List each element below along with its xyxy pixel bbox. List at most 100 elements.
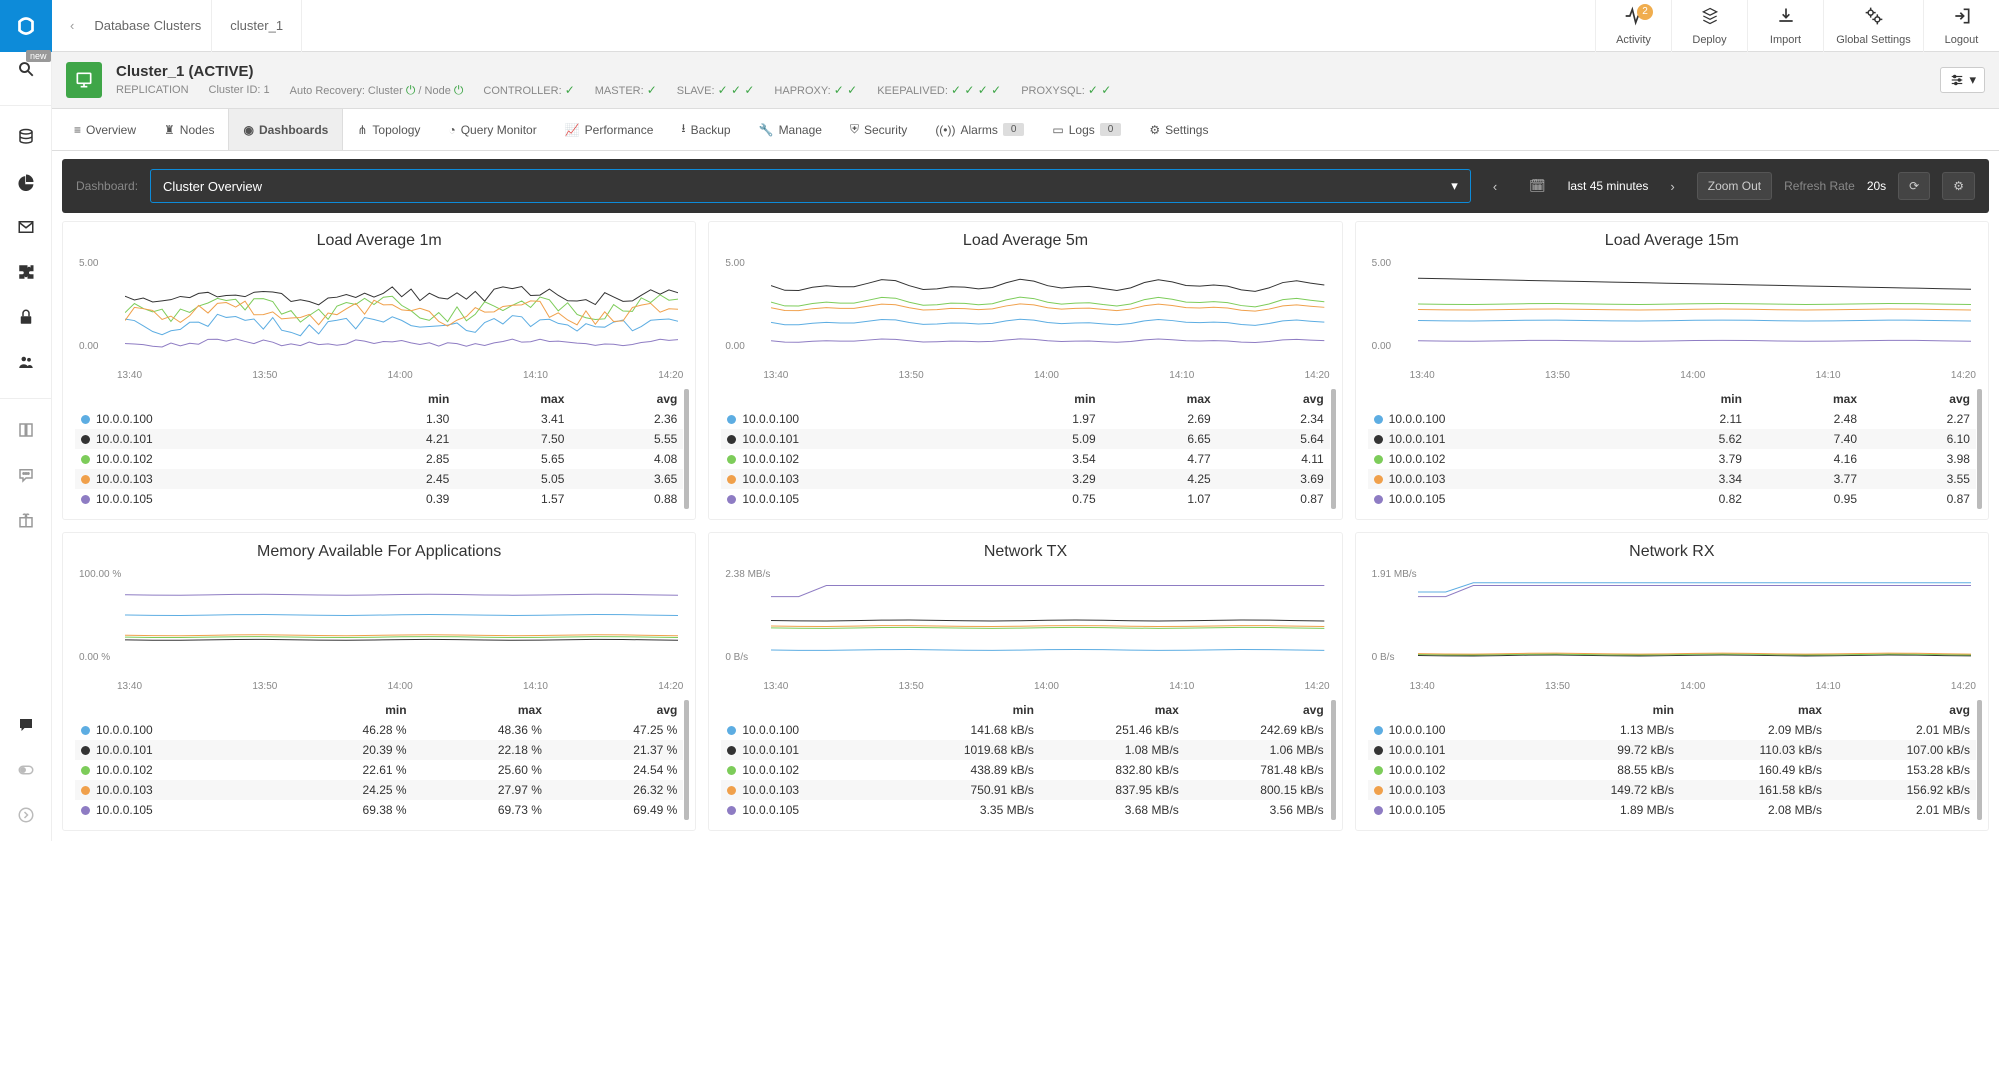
legend-row[interactable]: 10.0.0.10324.25 %27.97 %26.32 % — [75, 780, 683, 800]
legend-row[interactable]: 10.0.0.1014.217.505.55 — [75, 429, 683, 449]
chart-area[interactable]: 5.000.00 — [721, 258, 1329, 368]
chat-icon[interactable] — [17, 716, 35, 739]
chart-area[interactable]: 1.91 MB/s0 B/s — [1368, 569, 1976, 679]
breadcrumb-parent[interactable]: Database Clusters — [84, 18, 211, 33]
global-settings-button[interactable]: Global Settings — [1823, 0, 1923, 52]
chart-area[interactable]: 5.000.00 — [75, 258, 683, 368]
legend-row[interactable]: 10.0.0.1053.35 MB/s3.68 MB/s3.56 MB/s — [721, 800, 1329, 820]
legend-row[interactable]: 10.0.0.1002.112.482.27 — [1368, 409, 1976, 429]
legend-row[interactable]: 10.0.0.1015.096.655.64 — [721, 429, 1329, 449]
col-max: max — [1040, 700, 1185, 720]
dashboard-select-label: Dashboard: — [76, 179, 138, 193]
legend-row[interactable]: 10.0.0.1051.89 MB/s2.08 MB/s2.01 MB/s — [1368, 800, 1976, 820]
activity-button[interactable]: 2 Activity — [1595, 0, 1671, 52]
mail-icon[interactable] — [17, 218, 35, 241]
legend-row[interactable]: 10.0.0.10288.55 kB/s160.49 kB/s153.28 kB… — [1368, 760, 1976, 780]
chart-area[interactable]: 2.38 MB/s0 B/s — [721, 569, 1329, 679]
scrollbar[interactable] — [1331, 700, 1336, 820]
search-icon[interactable] — [17, 60, 35, 83]
app-logo[interactable] — [0, 0, 52, 52]
nodes-icon: ♜ — [164, 123, 175, 137]
scrollbar[interactable] — [684, 389, 689, 509]
breadcrumb-back-icon[interactable]: ‹ — [60, 18, 84, 33]
legend-row[interactable]: 10.0.0.1032.455.053.65 — [75, 469, 683, 489]
legend-row[interactable]: 10.0.0.10569.38 %69.73 %69.49 % — [75, 800, 683, 820]
chart-area[interactable]: 100.00 %0.00 % — [75, 569, 683, 679]
haproxy-status: HAPROXY: ✓ ✓ — [774, 83, 857, 97]
import-button[interactable]: Import — [1747, 0, 1823, 52]
toggle-icon[interactable] — [15, 761, 37, 784]
tab-settings[interactable]: ⚙Settings — [1135, 109, 1222, 150]
scrollbar[interactable] — [1331, 389, 1336, 509]
cluster-options-button[interactable]: ▾ — [1940, 67, 1985, 93]
y-tick: 5.00 — [1372, 258, 1391, 269]
tab-manage[interactable]: 🔧Manage — [745, 109, 836, 150]
pie-chart-icon[interactable] — [17, 173, 35, 196]
legend-dot — [81, 475, 90, 484]
legend-row[interactable]: 10.0.0.1050.391.570.88 — [75, 489, 683, 509]
y-tick: 1.91 MB/s — [1372, 569, 1417, 580]
legend-row[interactable]: 10.0.0.1050.820.950.87 — [1368, 489, 1976, 509]
support-icon[interactable] — [17, 466, 35, 489]
col-min: min — [1532, 700, 1680, 720]
tab-backup[interactable]: ⭳Backup — [667, 109, 744, 150]
legend-dot — [1374, 806, 1383, 815]
legend-row[interactable]: 10.0.0.1015.627.406.10 — [1368, 429, 1976, 449]
legend-row[interactable]: 10.0.0.10046.28 %48.36 %47.25 % — [75, 720, 683, 740]
y-tick: 5.00 — [79, 258, 98, 269]
zoom-out-button[interactable]: Zoom Out — [1697, 172, 1772, 200]
legend-row[interactable]: 10.0.0.1033.294.253.69 — [721, 469, 1329, 489]
scrollbar[interactable] — [1977, 389, 1982, 509]
legend-row[interactable]: 10.0.0.10222.61 %25.60 %24.54 % — [75, 760, 683, 780]
scrollbar[interactable] — [684, 700, 689, 820]
dashboard-select[interactable]: Cluster Overview ▾ — [150, 169, 1471, 203]
legend-row[interactable]: 10.0.0.1050.751.070.87 — [721, 489, 1329, 509]
chevron-down-icon: ▾ — [1451, 178, 1458, 194]
legend-row[interactable]: 10.0.0.1001.13 MB/s2.09 MB/s2.01 MB/s — [1368, 720, 1976, 740]
legend-row[interactable]: 10.0.0.1022.855.654.08 — [75, 449, 683, 469]
legend-row[interactable]: 10.0.0.10120.39 %22.18 %21.37 % — [75, 740, 683, 760]
tab-logs[interactable]: ▭Logs0 — [1038, 109, 1135, 150]
time-range-label[interactable]: last 45 minutes — [1568, 179, 1649, 193]
x-ticks: 13:4013:5014:0014:1014:20 — [1410, 681, 1976, 692]
stats-table-wrap: minmaxavg10.0.0.1002.112.482.2710.0.0.10… — [1368, 389, 1976, 509]
tab-nodes[interactable]: ♜Nodes — [150, 109, 228, 150]
legend-row[interactable]: 10.0.0.102438.89 kB/s832.80 kB/s781.48 k… — [721, 760, 1329, 780]
database-icon[interactable] — [17, 128, 35, 151]
legend-row[interactable]: 10.0.0.103149.72 kB/s161.58 kB/s156.92 k… — [1368, 780, 1976, 800]
tab-topology[interactable]: ⋔Topology — [343, 109, 434, 150]
legend-row[interactable]: 10.0.0.10199.72 kB/s110.03 kB/s107.00 kB… — [1368, 740, 1976, 760]
lock-icon[interactable] — [17, 308, 35, 331]
legend-row[interactable]: 10.0.0.103750.91 kB/s837.95 kB/s800.15 k… — [721, 780, 1329, 800]
legend-row[interactable]: 10.0.0.1001.972.692.34 — [721, 409, 1329, 429]
legend-row[interactable]: 10.0.0.1023.794.163.98 — [1368, 449, 1976, 469]
logout-button[interactable]: Logout — [1923, 0, 1999, 52]
tab-security[interactable]: ⛨Security — [836, 109, 921, 150]
puzzle-icon[interactable] — [17, 263, 35, 286]
chevron-right-icon[interactable] — [17, 806, 35, 829]
book-icon[interactable] — [17, 421, 35, 444]
tab-dashboards[interactable]: ◉Dashboards — [228, 109, 343, 150]
legend-row[interactable]: 10.0.0.1033.343.773.55 — [1368, 469, 1976, 489]
users-icon[interactable] — [17, 353, 35, 376]
legend-row[interactable]: 10.0.0.1023.544.774.11 — [721, 449, 1329, 469]
deploy-button[interactable]: Deploy — [1671, 0, 1747, 52]
legend-row[interactable]: 10.0.0.1011019.68 kB/s1.08 MB/s1.06 MB/s — [721, 740, 1329, 760]
calendar-icon[interactable]: 🗓 — [1519, 172, 1556, 200]
refresh-button[interactable]: ⟳ — [1898, 172, 1930, 200]
legend-row[interactable]: 10.0.0.1001.303.412.36 — [75, 409, 683, 429]
chart-area[interactable]: 5.000.00 — [1368, 258, 1976, 368]
tab-query-monitor[interactable]: ◔Query Monitor — [434, 109, 550, 150]
gift-icon[interactable] — [17, 511, 35, 534]
time-next-button[interactable]: › — [1660, 173, 1684, 200]
panel-load1m: Load Average 1m5.000.0013:4013:5014:0014… — [62, 221, 696, 520]
time-prev-button[interactable]: ‹ — [1483, 173, 1507, 200]
scrollbar[interactable] — [1977, 700, 1982, 820]
tab-performance[interactable]: 📈Performance — [551, 109, 668, 150]
y-tick: 0 B/s — [725, 652, 748, 663]
tab-overview[interactable]: ≡Overview — [60, 109, 150, 150]
legend-row[interactable]: 10.0.0.100141.68 kB/s251.46 kB/s242.69 k… — [721, 720, 1329, 740]
dashboard-settings-button[interactable]: ⚙ — [1942, 172, 1975, 200]
tab-alarms[interactable]: ((•))Alarms0 — [921, 109, 1038, 150]
legend-dot — [727, 806, 736, 815]
